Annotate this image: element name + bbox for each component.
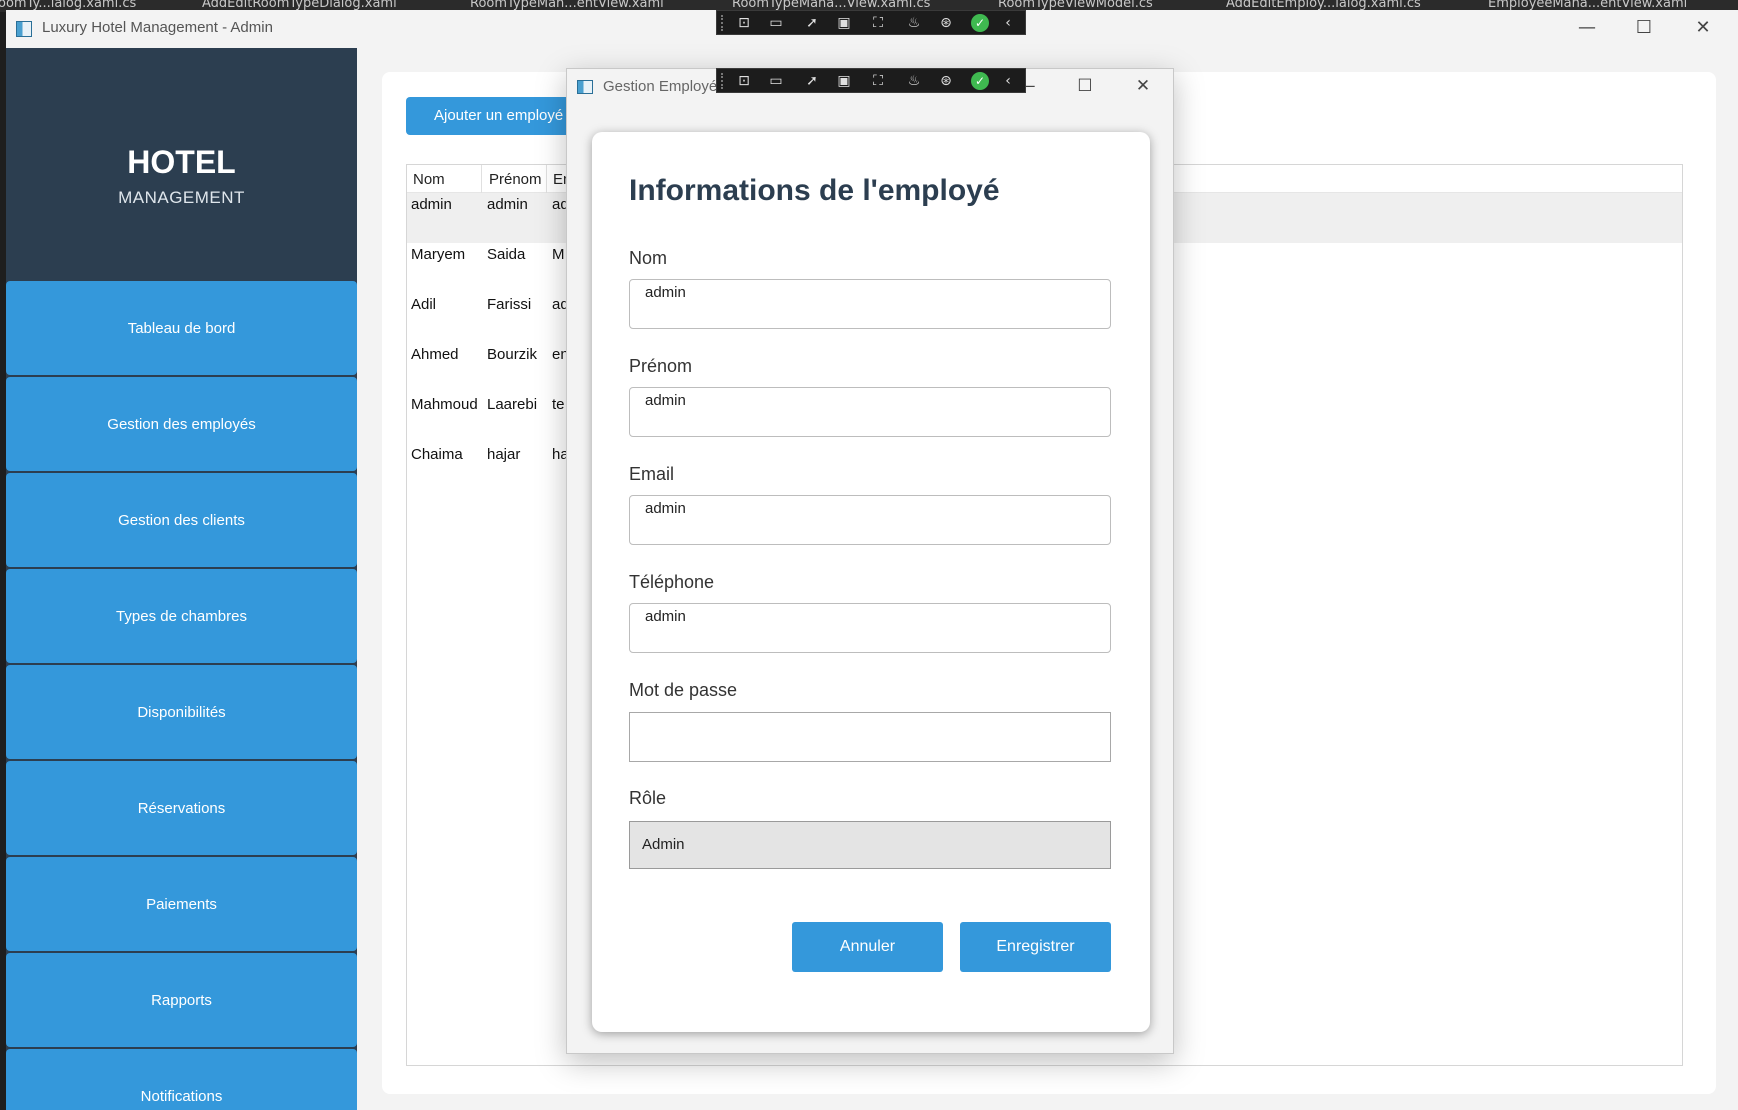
sidebar-item-employees[interactable]: Gestion des employés xyxy=(6,377,357,471)
check-icon[interactable]: ✓ xyxy=(971,72,989,90)
password-field[interactable] xyxy=(629,712,1111,762)
dialog-xaml-debug-toolbar: ⊡ ▭ ➚ ▣ ⛶ ♨ ⊛ ✓ ‹ xyxy=(716,68,1026,93)
form-heading: Informations de l'employé xyxy=(629,174,1000,207)
record-icon[interactable]: ▭ xyxy=(765,14,787,32)
employee-dialog: Gestion Employé — ☐ ✕ Informations de l'… xyxy=(566,68,1174,1054)
frame-icon[interactable]: ▣ xyxy=(833,14,855,32)
nom-field[interactable]: admin xyxy=(629,279,1111,329)
dialog-window-icon xyxy=(577,80,593,94)
cell-prenom: Saida xyxy=(487,246,526,263)
sidebar-item-dashboard[interactable]: Tableau de bord xyxy=(6,281,357,375)
cell-prenom: Laarebi xyxy=(487,396,538,413)
minimize-icon[interactable]: — xyxy=(1567,14,1607,42)
accessibility-icon[interactable]: ⊛ xyxy=(935,14,957,32)
cell-nom: Ahmed xyxy=(411,346,459,363)
sidebar-item-reports[interactable]: Rapports xyxy=(6,953,357,1047)
cell-prenom: Bourzik xyxy=(487,346,538,363)
nom-label: Nom xyxy=(629,248,668,268)
sidebar: HOTEL MANAGEMENT Tableau de bord Gestion… xyxy=(6,48,357,1110)
sidebar-item-reservations[interactable]: Réservations xyxy=(6,761,357,855)
hot-reload-icon[interactable]: ♨ xyxy=(903,72,925,90)
prenom-field[interactable]: admin xyxy=(629,387,1111,437)
dialog-close-icon[interactable]: ✕ xyxy=(1123,71,1163,101)
cell-email: te xyxy=(552,396,565,413)
employee-form: Informations de l'employé Nom admin Prén… xyxy=(592,132,1150,1032)
column-header-prenom[interactable]: Prénom xyxy=(489,171,542,188)
record-icon[interactable]: ▭ xyxy=(765,72,787,90)
cell-prenom: admin xyxy=(487,196,528,213)
toolbar-grip[interactable] xyxy=(721,15,724,31)
password-label: Mot de passe xyxy=(629,680,738,700)
cell-prenom: hajar xyxy=(487,446,521,463)
role-select[interactable]: Admin xyxy=(629,821,1111,869)
cell-prenom: Farissi xyxy=(487,296,532,313)
pointer-icon[interactable]: ➚ xyxy=(801,72,823,90)
check-icon[interactable]: ✓ xyxy=(971,14,989,32)
sidebar-item-clients[interactable]: Gestion des clients xyxy=(6,473,357,567)
collapse-icon[interactable]: ‹ xyxy=(997,14,1019,32)
cell-nom: Chaima xyxy=(411,446,463,463)
select-element-icon[interactable]: ⊡ xyxy=(733,72,755,90)
dialog-title: Gestion Employé xyxy=(603,78,718,95)
telephone-label: Téléphone xyxy=(629,572,715,592)
hot-reload-icon[interactable]: ♨ xyxy=(903,14,925,32)
maximize-icon[interactable]: ☐ xyxy=(1624,14,1664,42)
sidebar-item-payments[interactable]: Paiements xyxy=(6,857,357,951)
save-button[interactable]: Enregistrer xyxy=(960,922,1111,972)
sidebar-item-notifications[interactable]: Notifications xyxy=(6,1049,357,1110)
cell-email: M xyxy=(552,246,565,263)
close-icon[interactable]: ✕ xyxy=(1683,14,1723,42)
column-header-nom[interactable]: Nom xyxy=(413,171,445,188)
column-separator[interactable] xyxy=(546,165,547,193)
dialog-maximize-icon[interactable]: ☐ xyxy=(1065,71,1105,101)
toolbar-grip[interactable] xyxy=(721,73,724,89)
cell-nom: Adil xyxy=(411,296,437,313)
frame-icon[interactable]: ▣ xyxy=(833,72,855,90)
prenom-label: Prénom xyxy=(629,356,693,376)
pointer-icon[interactable]: ➚ xyxy=(801,14,823,32)
cell-nom: admin xyxy=(411,196,452,213)
email-label: Email xyxy=(629,464,675,484)
accessibility-icon[interactable]: ⊛ xyxy=(935,72,957,90)
cell-nom: Maryem xyxy=(411,246,466,263)
cancel-button[interactable]: Annuler xyxy=(792,922,943,972)
adorner-icon[interactable]: ⛶ xyxy=(867,14,889,32)
sidebar-item-room-types[interactable]: Types de chambres xyxy=(6,569,357,663)
logo-subtitle: MANAGEMENT xyxy=(118,188,245,207)
cell-nom: Mahmoud xyxy=(411,396,478,413)
collapse-icon[interactable]: ‹ xyxy=(997,72,1019,90)
select-element-icon[interactable]: ⊡ xyxy=(733,14,755,32)
add-employee-button[interactable]: Ajouter un employé xyxy=(406,97,586,135)
xaml-debug-toolbar: ⊡ ▭ ➚ ▣ ⛶ ♨ ⊛ ✓ ‹ xyxy=(716,10,1026,35)
column-separator[interactable] xyxy=(481,165,482,193)
app-window-icon xyxy=(16,21,32,37)
logo-title: HOTEL xyxy=(127,144,236,180)
email-field[interactable]: admin xyxy=(629,495,1111,545)
sidebar-item-availability[interactable]: Disponibilités xyxy=(6,665,357,759)
role-label: Rôle xyxy=(629,788,667,808)
adorner-icon[interactable]: ⛶ xyxy=(867,72,889,90)
telephone-field[interactable]: admin xyxy=(629,603,1111,653)
main-window-title: Luxury Hotel Management - Admin xyxy=(42,19,273,36)
